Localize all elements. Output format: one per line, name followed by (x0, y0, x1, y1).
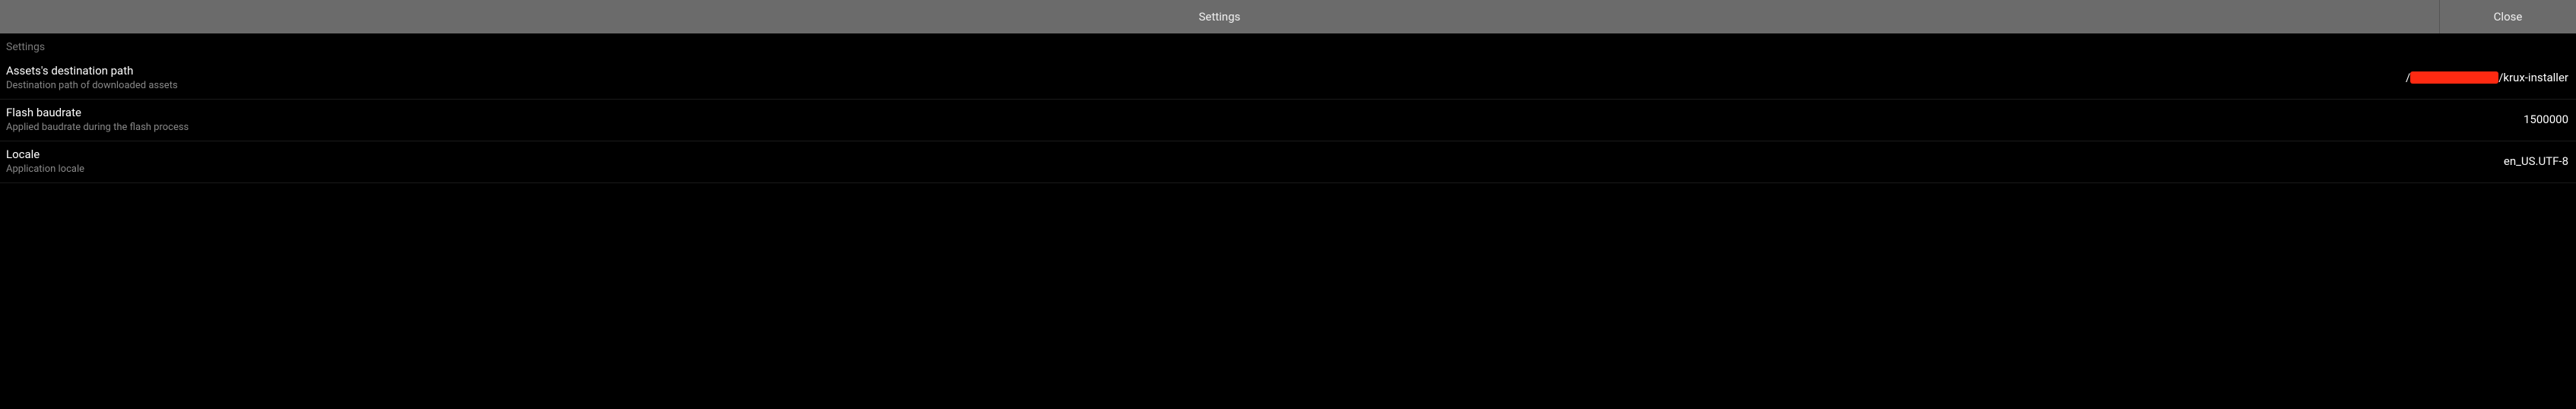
setting-title: Assets's destination path (6, 64, 178, 78)
setting-title: Flash baudrate (6, 106, 189, 119)
window-title: Settings (0, 0, 2439, 33)
setting-description: Destination path of downloaded assets (6, 80, 178, 91)
setting-description: Application locale (6, 163, 84, 175)
path-suffix: /krux-installer (2498, 71, 2568, 84)
header-bar: Settings Close (0, 0, 2576, 33)
setting-value-path: //krux-installer (2406, 71, 2568, 84)
redacted-segment (2410, 71, 2498, 84)
close-button[interactable]: Close (2439, 0, 2576, 33)
setting-description: Applied baudrate during the flash proces… (6, 122, 189, 133)
setting-value-locale: en_US.UTF-8 (2504, 154, 2568, 168)
setting-left: Flash baudrate Applied baudrate during t… (6, 106, 189, 133)
setting-row-flash-baudrate[interactable]: Flash baudrate Applied baudrate during t… (0, 100, 2576, 141)
setting-row-assets-path[interactable]: Assets's destination path Destination pa… (0, 58, 2576, 100)
section-header: Settings (0, 33, 2576, 58)
setting-row-locale[interactable]: Locale Application locale en_US.UTF-8 (0, 141, 2576, 183)
setting-title: Locale (6, 147, 84, 161)
setting-left: Locale Application locale (6, 147, 84, 175)
setting-left: Assets's destination path Destination pa… (6, 64, 178, 91)
setting-value-baudrate: 1500000 (2524, 113, 2568, 126)
